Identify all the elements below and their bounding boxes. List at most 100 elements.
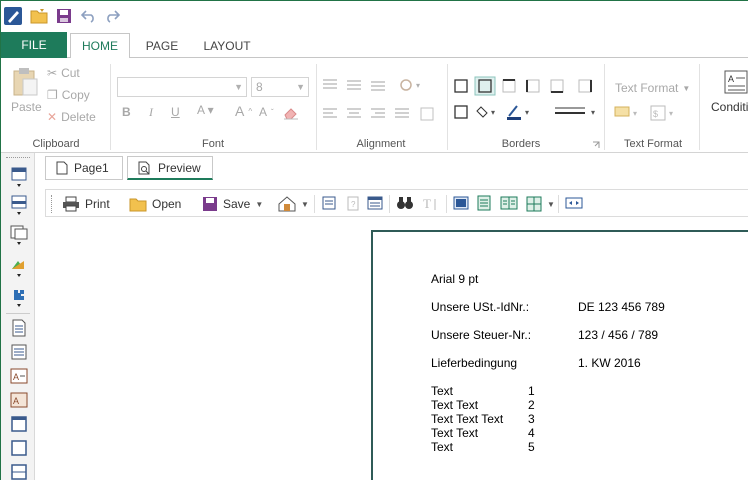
printer-icon: [63, 196, 79, 212]
open-button[interactable]: Open: [129, 194, 181, 214]
conditional-label[interactable]: Conditi: [711, 100, 748, 114]
table-icon[interactable]: [10, 343, 28, 361]
toolbar-divider: [389, 195, 390, 213]
copy-icon: ❐: [47, 88, 58, 102]
label-field-icon[interactable]: A: [10, 367, 28, 385]
svg-text:▾: ▾: [525, 108, 529, 117]
ribbon-separator: [447, 64, 448, 150]
paste-button[interactable]: Paste: [11, 100, 42, 114]
document-tabs: Page1 Preview: [36, 153, 748, 183]
border-style-icons[interactable]: [453, 76, 573, 96]
tab-home[interactable]: HOME: [70, 33, 130, 59]
preview-page: Arial 9 pt Unsere USt.-IdNr.: DE 123 456…: [371, 230, 748, 480]
insert-plugin-icon[interactable]: [10, 287, 28, 307]
clipboard-icon[interactable]: ?: [345, 195, 363, 213]
multi-page-icon: [526, 196, 542, 212]
list-item-number: 4: [528, 426, 535, 440]
open-label: Open: [152, 197, 182, 211]
text-format-button[interactable]: Text Format ▼: [615, 81, 690, 95]
border-right-icon[interactable]: [573, 76, 597, 96]
label-box-icon[interactable]: A: [10, 391, 28, 409]
page-icon: [56, 161, 68, 175]
tab-page1[interactable]: Page1: [45, 156, 123, 180]
tax-number-label: Unsere Steuer-Nr.:: [431, 328, 532, 342]
save-icon[interactable]: [54, 6, 74, 26]
cut-button[interactable]: ✂ Cut: [47, 66, 80, 80]
vertical-align-icons[interactable]: [323, 76, 389, 94]
save-label: Save: [223, 197, 251, 211]
export-button[interactable]: ▼: [278, 194, 309, 214]
binoculars-icon[interactable]: [396, 195, 414, 213]
toolbar-divider: [314, 195, 315, 213]
app-logo-icon: [3, 6, 23, 26]
svg-text:A: A: [728, 74, 734, 84]
paste-icon[interactable]: [10, 66, 40, 98]
underline-icon[interactable]: U: [171, 105, 180, 119]
text-field-icon[interactable]: [10, 319, 28, 337]
grid-icon[interactable]: [10, 463, 28, 480]
delete-label: Delete: [61, 110, 96, 124]
insert-group-icon[interactable]: [10, 225, 28, 245]
font-color-icon[interactable]: A ▾: [197, 103, 214, 117]
copy-button[interactable]: ❐ Copy: [47, 88, 90, 102]
ribbon-separator: [110, 64, 111, 150]
single-page-icon[interactable]: [453, 195, 471, 213]
shrink-font-icon[interactable]: Aˇ: [259, 105, 274, 119]
multi-page-button[interactable]: ▼: [526, 194, 555, 214]
tab-preview-label: Preview: [158, 160, 201, 175]
fit-width-icon[interactable]: [565, 195, 583, 213]
conditional-format-icon[interactable]: A: [723, 68, 748, 96]
tab-layout[interactable]: LAYOUT: [197, 33, 257, 59]
copy-label: Copy: [61, 88, 90, 102]
group-label-font: Font: [201, 138, 224, 150]
table-view-icon[interactable]: [367, 195, 385, 213]
font-name-combo[interactable]: ▼: [117, 77, 247, 97]
toolbar-divider: [558, 195, 559, 213]
print-button[interactable]: Print: [62, 194, 110, 214]
eraser-icon[interactable]: [282, 104, 300, 122]
border-color-icons[interactable]: ▾ ▾ ▾: [453, 102, 603, 122]
list-item-text: Text Text: [431, 398, 479, 412]
svg-text:▾: ▾: [491, 108, 495, 117]
bold-icon[interactable]: B: [122, 105, 131, 119]
italic-icon[interactable]: I: [149, 105, 153, 120]
undo-icon[interactable]: [79, 6, 99, 26]
text-format-label: Text Format: [615, 81, 679, 95]
insert-header-icon[interactable]: [10, 167, 28, 187]
print-label: Print: [85, 197, 110, 211]
horizontal-align-icons[interactable]: [323, 105, 439, 123]
two-pages-icon[interactable]: [500, 195, 518, 213]
grow-font-icon[interactable]: A ^: [235, 103, 252, 119]
preview-toolbar: Print Open Save ▼ ▼ ? T ▼: [45, 189, 748, 217]
list-item-number: 2: [528, 398, 535, 412]
font-size-value: 8: [256, 80, 263, 94]
scissors-icon: ✂: [47, 66, 58, 80]
open-folder-icon[interactable]: [29, 6, 49, 26]
insert-body-icon[interactable]: [10, 195, 28, 215]
insert-image-icon[interactable]: [10, 257, 28, 277]
ribbon-separator: [699, 64, 700, 150]
save-button[interactable]: Save ▼: [202, 194, 263, 214]
page-setup-icon[interactable]: [321, 195, 339, 213]
delete-button[interactable]: ✕ Delete: [47, 110, 96, 124]
font-size-combo[interactable]: 8 ▼: [251, 77, 309, 97]
redo-icon[interactable]: [102, 6, 122, 26]
group-label-alignment: Alignment: [356, 138, 406, 150]
rectangle-icon[interactable]: [10, 439, 28, 457]
page-width-icon[interactable]: [476, 195, 494, 213]
svg-text:T: T: [423, 196, 431, 211]
list-item-number: 1: [528, 384, 535, 398]
tab-page[interactable]: PAGE: [137, 33, 187, 59]
svg-text:▾: ▾: [669, 109, 673, 118]
list-item-text: Text: [431, 440, 454, 454]
frame-icon[interactable]: [10, 415, 28, 433]
left-toolbar: A A: [1, 153, 35, 480]
tab-file[interactable]: FILE: [1, 32, 67, 58]
text-cursor-icon[interactable]: T: [422, 195, 440, 213]
tab-preview[interactable]: Preview: [127, 156, 213, 180]
svg-text:A: A: [13, 372, 19, 382]
dialog-launcher-icon[interactable]: [591, 140, 601, 150]
format-painter-icons[interactable]: ▾ $ ▾: [613, 103, 693, 123]
delete-x-icon: ✕: [47, 110, 58, 124]
rotate-text-icon[interactable]: ▾: [397, 76, 425, 94]
